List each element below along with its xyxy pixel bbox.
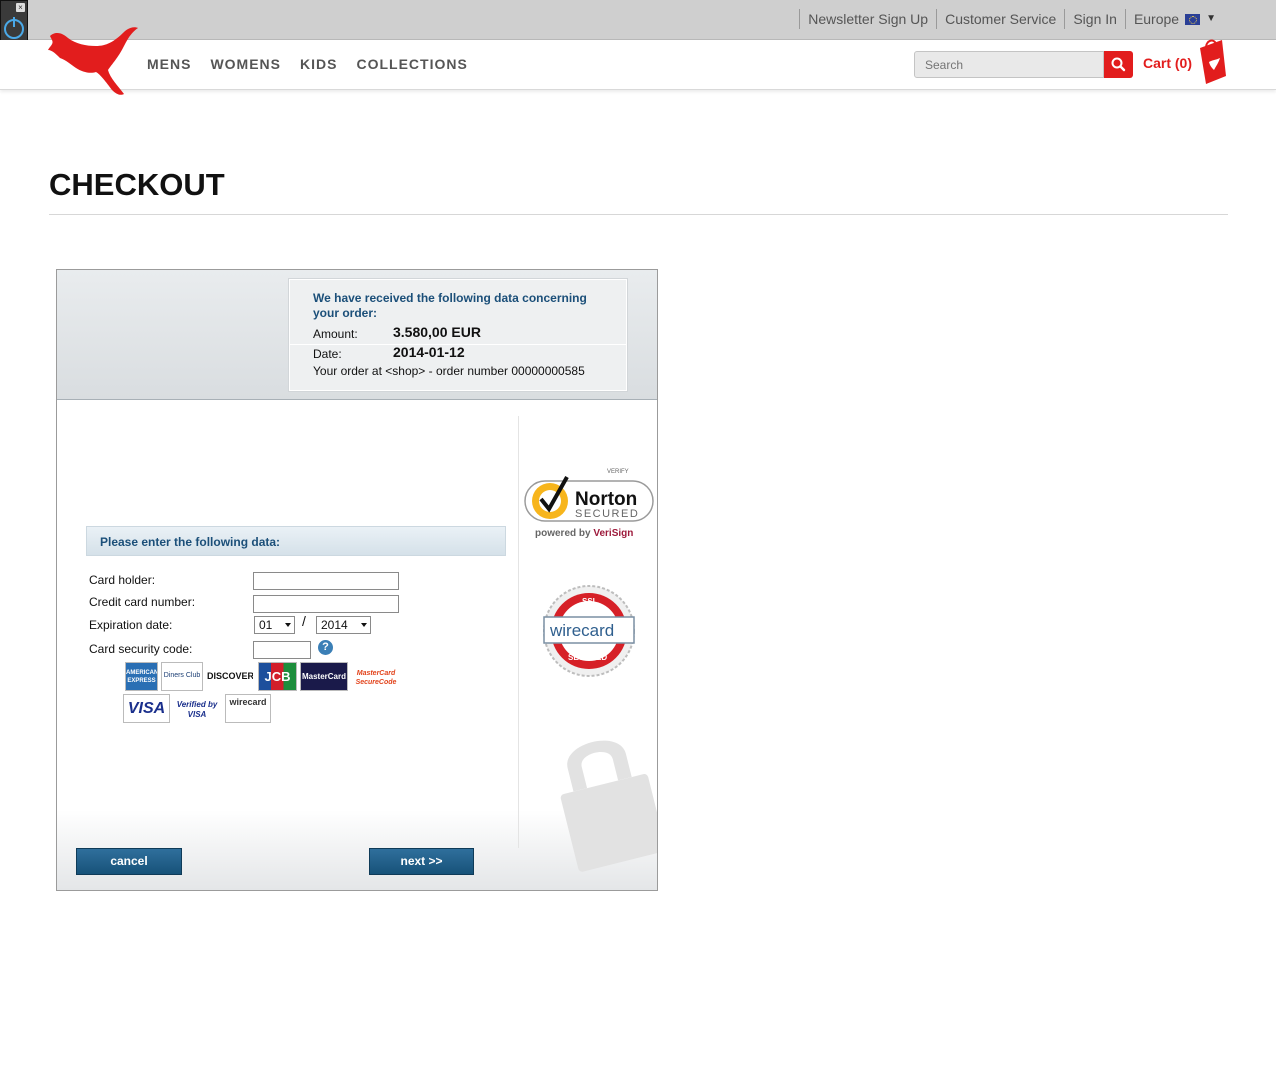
region-selector[interactable]: Europe ▼	[1124, 9, 1224, 29]
title-divider	[49, 214, 1228, 215]
padlock-watermark-icon	[560, 740, 657, 872]
power-icon[interactable]	[4, 17, 24, 39]
search-button[interactable]	[1104, 51, 1133, 78]
amount-value: 3.580,00 EUR	[393, 324, 481, 340]
expiry-separator: /	[302, 613, 306, 629]
amount-label: Amount:	[313, 327, 358, 341]
nav-womens[interactable]: WOMENS	[210, 56, 281, 72]
expiry-year-value: 2014	[321, 618, 348, 632]
nav-kids[interactable]: KIDS	[300, 56, 337, 72]
norton-name-text: Norton	[575, 489, 637, 510]
order-summary-box: We have received the following data conc…	[289, 279, 627, 391]
chevron-down-icon	[361, 623, 367, 627]
shopping-bag-icon[interactable]	[1196, 36, 1228, 86]
card-number-label: Credit card number:	[89, 595, 196, 609]
customer-service-link[interactable]: Customer Service	[936, 9, 1064, 29]
expiry-month-select[interactable]: 01	[254, 616, 295, 634]
utility-links: Newsletter Sign Up Customer Service Sign…	[799, 9, 1224, 29]
order-header: We have received the following data conc…	[57, 270, 657, 400]
search-input[interactable]	[914, 51, 1104, 78]
order-number-line: Your order at <shop> - order number 0000…	[313, 364, 585, 378]
card-number-input[interactable]	[253, 595, 399, 613]
puma-logo[interactable]	[46, 24, 140, 100]
close-icon[interactable]: ×	[16, 3, 25, 12]
discover-logo: DISCOVER	[206, 662, 254, 691]
sign-in-link[interactable]: Sign In	[1064, 9, 1125, 29]
wirecard-card-logo: wirecard	[225, 694, 271, 723]
norton-powered-prefix: powered by	[535, 528, 593, 539]
side-column-divider	[518, 416, 519, 848]
card-holder-label: Card holder:	[89, 573, 156, 587]
next-button[interactable]: next >>	[369, 848, 474, 875]
cart-link[interactable]: Cart (0)	[1143, 55, 1192, 71]
newsletter-signup-link[interactable]: Newsletter Sign Up	[799, 9, 936, 29]
svg-text:powered by VeriSign: powered by VeriSign	[535, 528, 633, 539]
wirecard-ssl-text: SSL	[582, 597, 598, 606]
visa-logo: VISA	[123, 694, 170, 723]
region-label: Europe	[1133, 11, 1180, 27]
cancel-button[interactable]: cancel	[76, 848, 182, 875]
norton-verify-text: VERIFY	[607, 469, 629, 475]
nav-mens[interactable]: MENS	[147, 56, 191, 72]
wirecard-secured-text: SECURED	[568, 653, 607, 662]
date-label: Date:	[313, 347, 342, 361]
main-nav: MENS WOMENS KIDS COLLECTIONS	[147, 56, 468, 72]
mastercard-logo: MasterCard	[300, 662, 348, 691]
search-icon	[1111, 57, 1126, 72]
norton-secured-text: SECURED	[575, 508, 639, 520]
top-utility-bar: Newsletter Sign Up Customer Service Sign…	[0, 0, 1276, 40]
diners-club-logo: Diners Club	[161, 662, 203, 691]
form-heading: Please enter the following data:	[86, 526, 506, 556]
mastercard-securecode-logo: MasterCard SecureCode	[351, 662, 401, 691]
order-summary-heading: We have received the following data conc…	[313, 291, 587, 320]
payment-frame: We have received the following data conc…	[56, 269, 658, 891]
expiration-label: Expiration date:	[89, 618, 173, 632]
amex-logo: AMERICAN EXPRESS	[125, 662, 158, 691]
wirecard-name-text: wirecard	[549, 621, 614, 640]
verified-by-visa-logo: Verified by VISA	[172, 694, 222, 723]
norton-verisign-text: VeriSign	[593, 528, 633, 539]
wirecard-ssl-badge[interactable]: SSL wirecard SECURED	[542, 584, 636, 678]
nav-collections[interactable]: COLLECTIONS	[356, 56, 467, 72]
norton-secured-badge[interactable]: VERIFY Norton SECURED powered by VeriSig…	[523, 463, 655, 543]
help-icon[interactable]: ?	[318, 640, 333, 655]
chevron-down-icon: ▼	[1206, 13, 1216, 24]
security-code-label: Card security code:	[89, 642, 193, 656]
card-holder-input[interactable]	[253, 572, 399, 590]
page-title: CHECKOUT	[49, 167, 225, 202]
jcb-logo: JCB	[258, 662, 297, 691]
date-value: 2014-01-12	[393, 344, 465, 360]
expiry-month-value: 01	[259, 618, 273, 632]
eu-flag-icon	[1185, 13, 1201, 25]
security-code-input[interactable]	[253, 641, 311, 659]
chevron-down-icon	[285, 623, 291, 627]
expiry-year-select[interactable]: 2014	[316, 616, 371, 634]
